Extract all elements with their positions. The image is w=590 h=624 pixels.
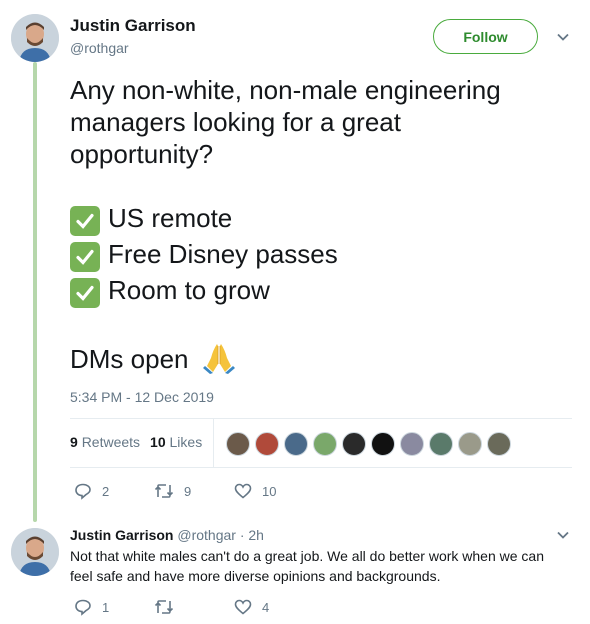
reply-age[interactable]: · 2h xyxy=(240,527,264,543)
retweet-action[interactable]: 9 xyxy=(154,482,234,500)
reply-action[interactable]: 2 xyxy=(74,482,154,500)
liker-avatar[interactable] xyxy=(458,432,482,456)
reply-count: 2 xyxy=(102,483,110,499)
reply-icon xyxy=(75,483,91,500)
liker-avatar[interactable] xyxy=(255,432,279,456)
retweet-icon xyxy=(154,600,174,614)
likes-stat[interactable]: 10 Likes xyxy=(150,434,202,450)
heart-icon xyxy=(234,599,252,615)
tweet-text-line: opportunity? xyxy=(70,139,214,169)
liker-avatar[interactable] xyxy=(487,432,511,456)
liker-avatar[interactable] xyxy=(313,432,337,456)
closing-line: DMs open xyxy=(70,342,570,374)
retweet-count: 9 xyxy=(184,483,192,499)
reply-author-name[interactable]: Justin Garrison xyxy=(70,527,173,543)
engagement-stats: 9 Retweets 10 Likes xyxy=(70,434,202,450)
like-action[interactable]: 10 xyxy=(234,482,276,500)
retweet-icon xyxy=(154,484,174,498)
check-mark-icon xyxy=(70,278,100,308)
checklist-item: Free Disney passes xyxy=(70,238,570,272)
checklist-label: Free Disney passes xyxy=(108,239,338,269)
folded-hands-icon xyxy=(202,344,235,374)
divider xyxy=(70,418,572,419)
author-handle[interactable]: @rothgar xyxy=(70,40,129,56)
tweet-text-line: managers looking for a great xyxy=(70,107,401,137)
reply-actions: 1 4 xyxy=(74,598,269,616)
checklist-label: US remote xyxy=(108,203,233,233)
liker-avatars xyxy=(226,432,511,456)
checklist-label: Room to grow xyxy=(108,275,270,305)
author-name[interactable]: Justin Garrison xyxy=(70,16,196,36)
reply-text: Not that white males can't do a great jo… xyxy=(70,548,544,584)
retweets-stat[interactable]: 9 Retweets xyxy=(70,434,140,450)
reply-action[interactable]: 1 xyxy=(74,598,154,616)
tweet-text-line: Any non-white, non-male engineering xyxy=(70,75,501,105)
reply-icon xyxy=(75,599,91,616)
reply-header: Justin Garrison @rothgar · 2h xyxy=(70,527,264,543)
liker-avatar[interactable] xyxy=(284,432,308,456)
follow-button[interactable]: Follow xyxy=(433,19,538,54)
checklist-item: Room to grow xyxy=(70,274,570,308)
liker-avatar[interactable] xyxy=(371,432,395,456)
check-mark-icon xyxy=(70,242,100,272)
thread-line xyxy=(33,62,37,522)
check-mark-icon xyxy=(70,206,100,236)
closing-text: DMs open xyxy=(70,344,189,374)
chevron-down-icon[interactable] xyxy=(555,29,571,45)
liker-avatar[interactable] xyxy=(400,432,424,456)
retweet-action[interactable] xyxy=(154,598,234,616)
divider xyxy=(213,418,214,467)
tweet-actions: 2 9 10 xyxy=(74,482,276,500)
checklist-item: US remote xyxy=(70,202,570,236)
liker-avatar[interactable] xyxy=(342,432,366,456)
tweet-text: Any non-white, non-male engineering mana… xyxy=(70,74,570,374)
reply-author-avatar[interactable] xyxy=(11,528,59,576)
liker-avatar[interactable] xyxy=(429,432,453,456)
author-avatar[interactable] xyxy=(11,14,59,62)
heart-icon xyxy=(234,483,252,499)
tweet-timestamp[interactable]: 5:34 PM - 12 Dec 2019 xyxy=(70,389,214,405)
reply-count: 1 xyxy=(102,599,110,615)
chevron-down-icon[interactable] xyxy=(555,527,571,543)
liker-avatar[interactable] xyxy=(226,432,250,456)
divider xyxy=(70,467,572,468)
like-count: 10 xyxy=(262,483,277,499)
like-action[interactable]: 4 xyxy=(234,598,269,616)
like-count: 4 xyxy=(262,599,270,615)
reply-author-handle[interactable]: @rothgar xyxy=(177,527,236,543)
